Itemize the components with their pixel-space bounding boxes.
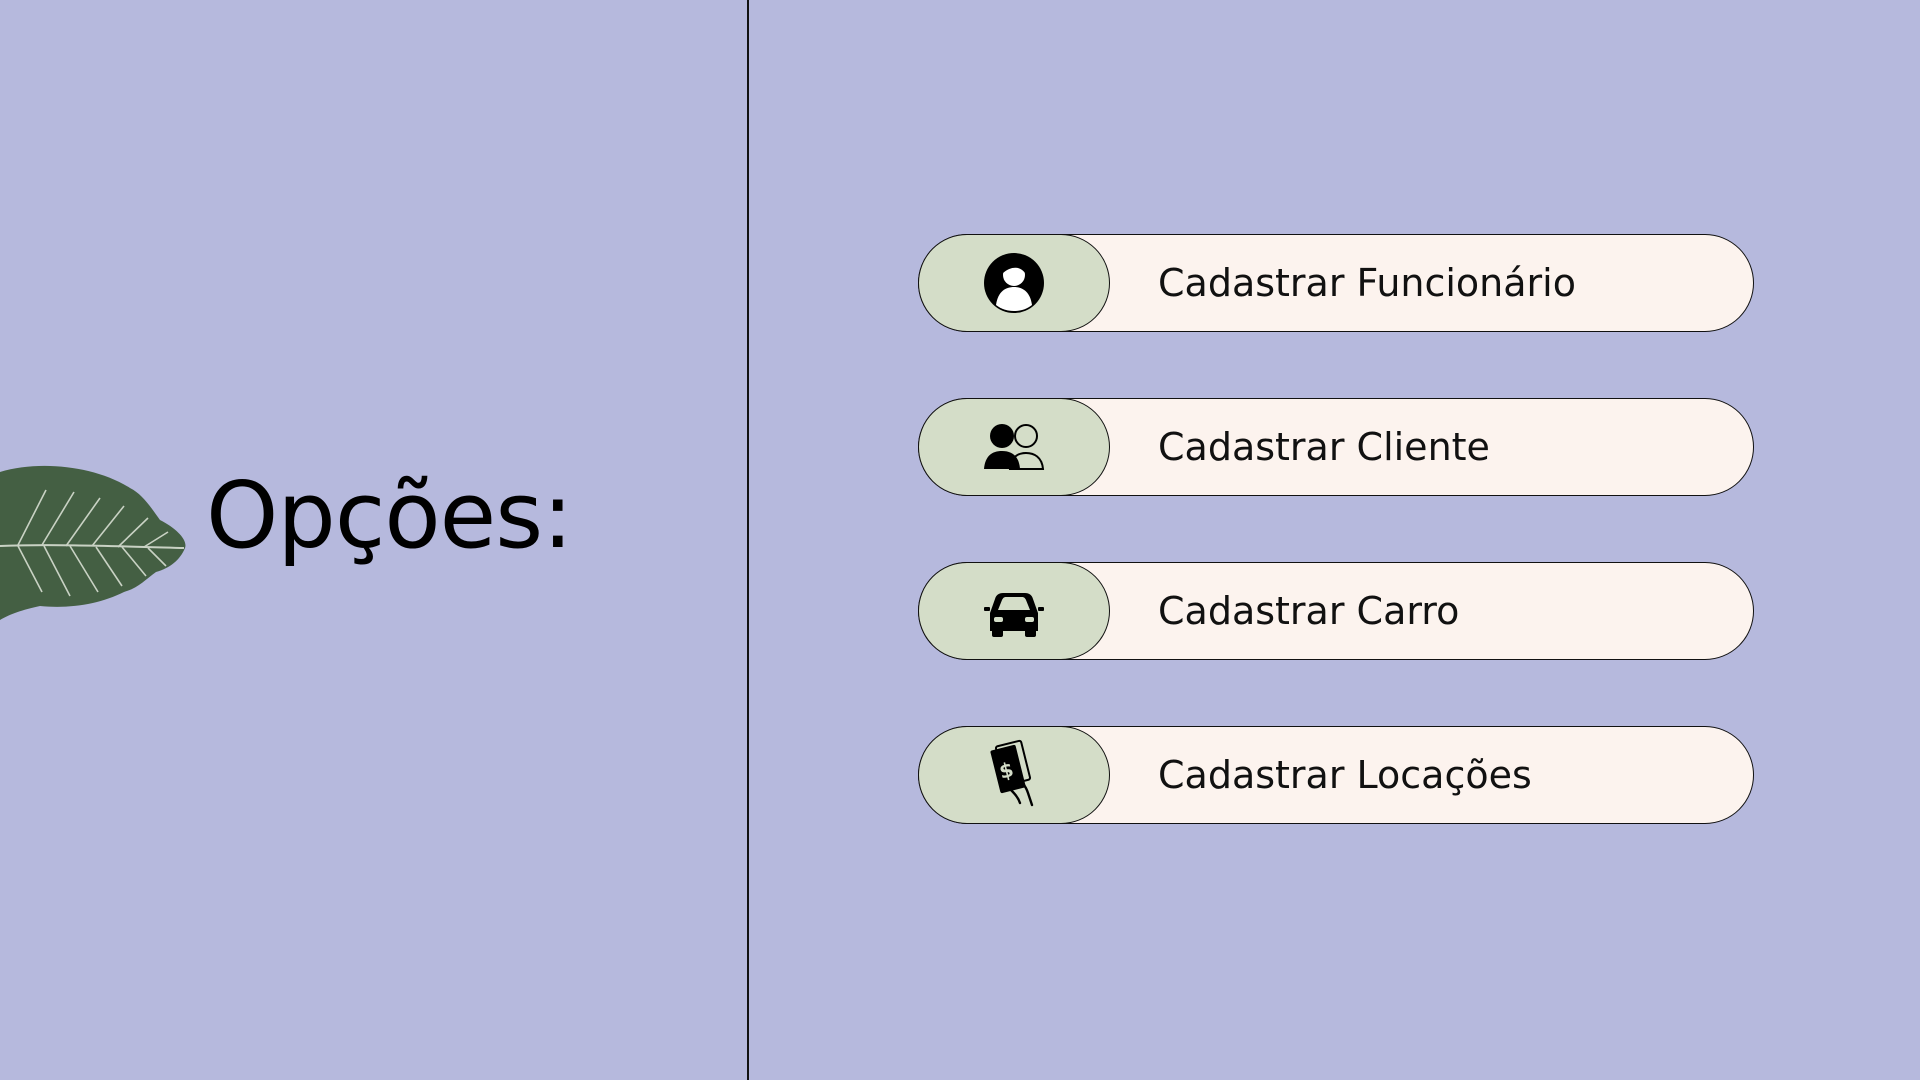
register-client-button[interactable]: Cadastrar Cliente bbox=[918, 398, 1754, 496]
car-icon bbox=[984, 593, 1044, 637]
option-icon-badge bbox=[918, 562, 1110, 660]
option-icon-badge: $ bbox=[918, 726, 1110, 824]
options-list: Cadastrar Funcionário Cadastrar Cliente bbox=[918, 234, 1754, 890]
option-icon-badge bbox=[918, 234, 1110, 332]
register-employee-button[interactable]: Cadastrar Funcionário bbox=[918, 234, 1754, 332]
option-label: Cadastrar Cliente bbox=[1158, 425, 1490, 469]
page-title: Opções: bbox=[206, 462, 573, 569]
vertical-divider bbox=[747, 0, 749, 1080]
register-rentals-button[interactable]: $ Cadastrar Locações bbox=[918, 726, 1754, 824]
employee-avatar-icon bbox=[984, 253, 1044, 313]
leaf-decoration bbox=[0, 465, 186, 620]
option-label: Cadastrar Carro bbox=[1158, 589, 1460, 633]
option-label: Cadastrar Locações bbox=[1158, 753, 1532, 797]
option-icon-badge bbox=[918, 398, 1110, 496]
users-icon bbox=[984, 424, 1045, 470]
register-car-button[interactable]: Cadastrar Carro bbox=[918, 562, 1754, 660]
cash-in-hand-icon: $ bbox=[990, 739, 1034, 807]
option-label: Cadastrar Funcionário bbox=[1158, 261, 1576, 305]
